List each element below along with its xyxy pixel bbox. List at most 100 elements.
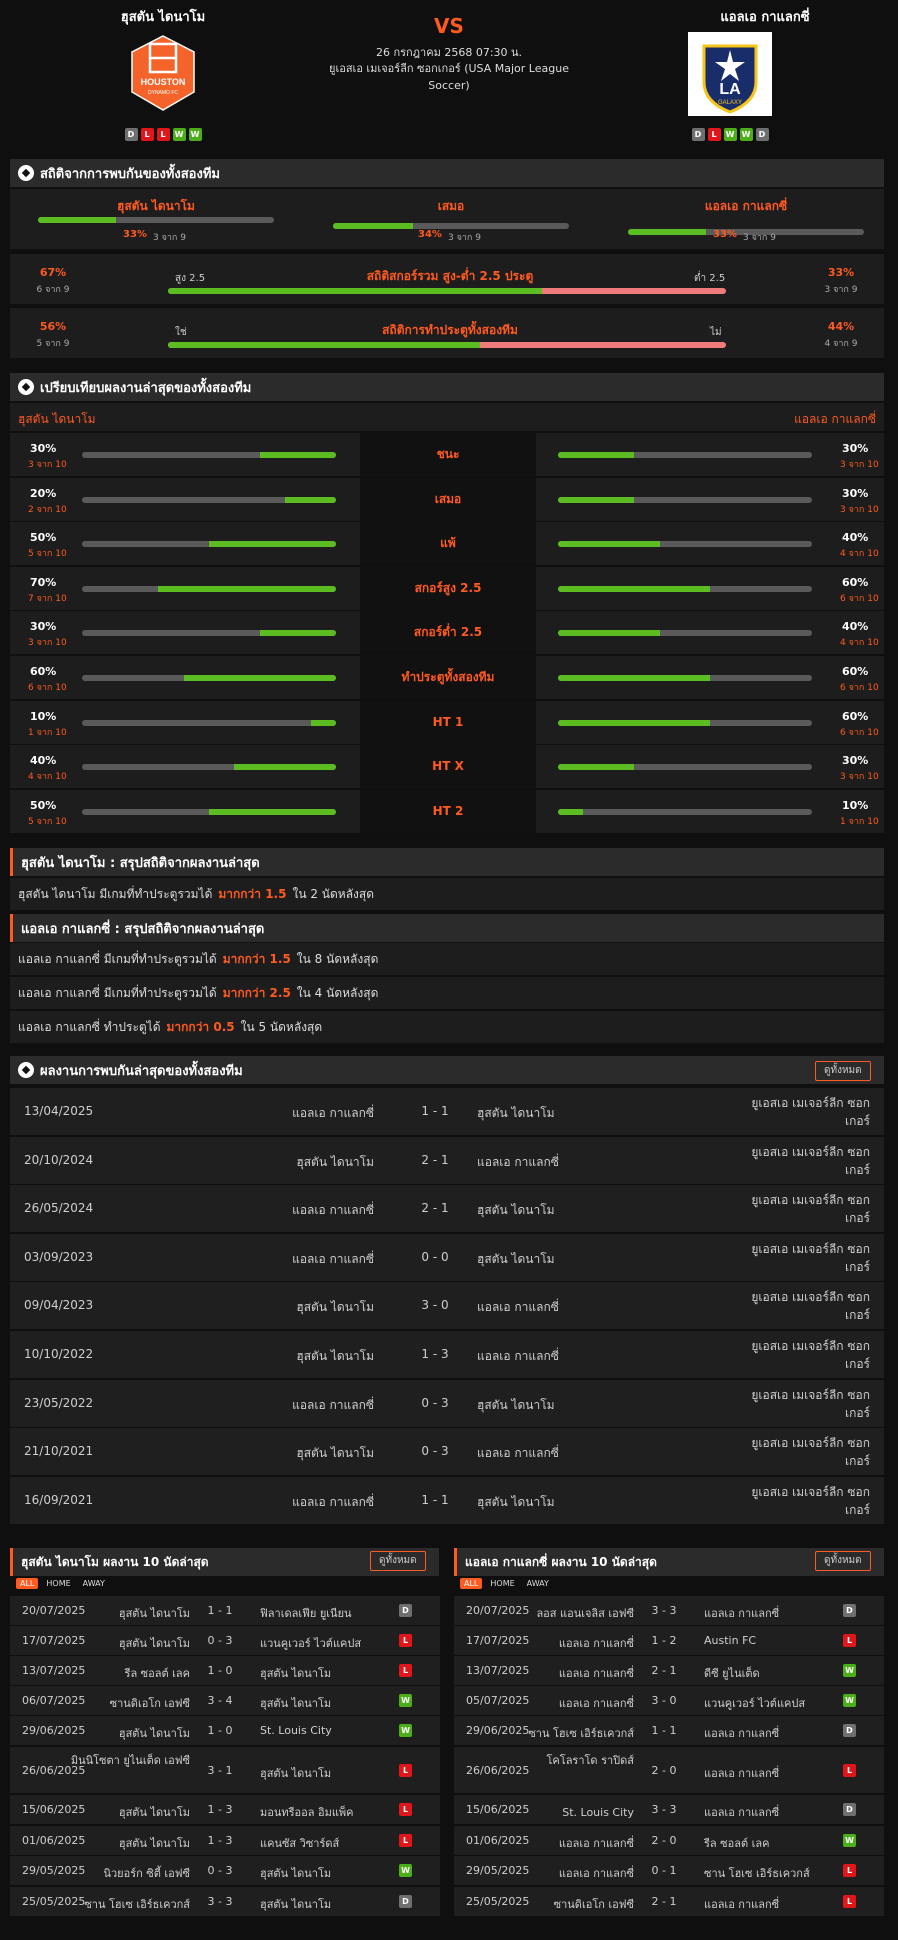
home-bar [82, 541, 336, 548]
h2h-row[interactable]: 09/04/2023 ฮุสตัน ไดนาโม 3 - 0 แอลเอ กาแลกซ… [10, 1282, 884, 1330]
home-of: 6 จาก 10 [28, 683, 67, 693]
h2h-col-name: ฮุสตัน ไดนาโม [117, 199, 195, 213]
result-row[interactable]: 17/07/2025 แอลเอ กาแลกซี่ 1 - 2 Austin FC L [454, 1626, 884, 1655]
h2h-home: ฮุสตัน ไดนาโม [296, 1154, 374, 1169]
tab-home[interactable]: HOME [486, 1578, 518, 1589]
result-row[interactable]: 29/06/2025 ฮุสตัน ไดนาโม 1 - 0 St. Louis Ci… [10, 1716, 440, 1745]
away-pct: 40% [842, 531, 869, 545]
match-league: ยูเอสเอ เมเจอร์ลีก ซอกเกอร์ (USA Major L… [329, 62, 569, 92]
result-row[interactable]: 29/05/2025 แอลเอ กาแลกซี่ 0 - 1 ซาน โฮเซ เอ… [454, 1856, 884, 1885]
tab-home[interactable]: HOME [42, 1578, 74, 1589]
result-row[interactable]: 25/05/2025 ซาน โฮเซ เอิร์ธเควกส์ 3 - 3 ฮุสต… [10, 1887, 440, 1916]
away-pct: 30% [842, 754, 869, 768]
result-row[interactable]: 29/06/2025 ซาน โฮเซ เอิร์ธเควกส์ 1 - 1 แอลเ… [454, 1716, 884, 1745]
h2h-home: ฮุสตัน ไดนาโม [296, 1446, 374, 1461]
summary-line: แอลเอ กาแลกซี่ มีเกมที่ทำประตูรวมได้ มากก… [10, 977, 884, 1009]
result-row[interactable]: 13/07/2025 รีล ซอลต์ เลค 1 - 0 ฮุสตัน ไดนาโ… [10, 1656, 440, 1685]
h2h-home: แอลเอ กาแลกซี่ [292, 1397, 374, 1412]
result-score: 2 - 1 [651, 1895, 677, 1908]
summary-line: แอลเอ กาแลกซี่ มีเกมที่ทำประตูรวมได้ มากก… [10, 943, 884, 975]
h2h-row[interactable]: 26/05/2024 แอลเอ กาแลกซี่ 2 - 1 ฮุสตัน ไดนา… [10, 1185, 884, 1233]
both-score-panel: 56% 5 จาก 9 ใช่ สถิติการทำประตูทั้งสองที… [10, 308, 884, 358]
tab-all[interactable]: ALL [460, 1578, 483, 1589]
compare-label: HT X [360, 745, 536, 789]
form-badge: L [707, 128, 721, 141]
home-pct: 10% [30, 709, 57, 723]
h2h-stats-header: สถิติจากการพบกันของทั้งสองทีม [10, 159, 884, 187]
svg-text:HOUSTON: HOUSTON [141, 77, 186, 87]
away-bar [558, 719, 812, 726]
result-home: ฮุสตัน ไดนาโม [118, 1607, 190, 1620]
h2h-date: 26/05/2024 [24, 1201, 94, 1216]
away-team-name[interactable]: แอลเอ กาแลกซี่ [690, 6, 840, 27]
result-row[interactable]: 29/05/2025 นิวยอร์ก ซิตี้ เอฟซี 0 - 3 ฮุสตั… [10, 1856, 440, 1885]
result-badge: L [843, 1864, 856, 1877]
compare-row: 30% 3 จาก 10 สกอร์ต่ำ 2.5 40% 4 จาก 10 [10, 611, 884, 655]
result-row[interactable]: 15/06/2025 St. Louis City 3 - 3 แอลเอ กาแลก… [454, 1795, 884, 1824]
tab-away[interactable]: AWAY [79, 1578, 109, 1589]
h2h-away: ฮุสตัน ไดนาโม [477, 1494, 555, 1509]
result-row[interactable]: 01/06/2025 ฮุสตัน ไดนาโม 1 - 3 แคนซัส วิซาร… [10, 1826, 440, 1855]
result-row[interactable]: 20/07/2025 ฮุสตัน ไดนาโม 1 - 1 ฟิลาเดลเฟีย … [10, 1596, 440, 1625]
home-of: 1 จาก 10 [28, 727, 67, 738]
result-score: 3 - 4 [207, 1694, 233, 1707]
result-row[interactable]: 25/05/2025 ซานดิเอโก เอฟซี 2 - 1 แอลเอ กาแล… [454, 1887, 884, 1916]
result-row[interactable]: 26/06/2025 มินนิโซตา ยูไนเต็ด เอฟซี 3 - 1ฮ… [10, 1747, 440, 1793]
result-home: รีล ซอลต์ เลค [124, 1667, 190, 1680]
result-row[interactable]: 05/07/2025 แอลเอ กาแลกซี่ 3 - 0 แวนคูเวอร์ … [454, 1686, 884, 1715]
h2h-row[interactable]: 21/10/2021 ฮุสตัน ไดนาโม 0 - 3 แอลเอ กาแลกซ… [10, 1428, 884, 1476]
result-home: แอลเอ กาแลกซี่ [558, 1837, 634, 1850]
h2h-league: เกอร์ [844, 1308, 870, 1323]
away-of: 4 จาก 10 [840, 549, 879, 560]
result-row[interactable]: 06/07/2025 ซานดิเอโก เอฟซี 3 - 4 ฮุสตัน ไดน… [10, 1686, 440, 1715]
result-badge: W [843, 1694, 856, 1707]
away-venue-tabs: ALL HOME AWAY [460, 1578, 553, 1589]
home-team-logo[interactable]: HOUSTON DYNAMO FC [128, 34, 198, 112]
compare-label: HT 1 [360, 700, 536, 744]
h2h-home: แอลเอ กาแลกซี่ [292, 1106, 374, 1120]
h2h-row[interactable]: 16/09/2021 แอลเอ กาแลกซี่ 1 - 1 ฮุสตัน ไดนา… [10, 1476, 884, 1524]
result-row[interactable]: 13/07/2025 แอลเอ กาแลกซี่ 2 - 1 ดีซี ยูไนเต… [454, 1656, 884, 1685]
home-see-all-button[interactable]: ดูทั้งหมด [370, 1551, 426, 1571]
tab-away[interactable]: AWAY [523, 1578, 553, 1589]
h2h-row[interactable]: 10/10/2022 ฮุสตัน ไดนาโม 1 - 3 แอลเอ กาแลกซ… [10, 1331, 884, 1378]
soccer-ball-icon [18, 379, 34, 395]
result-away: ฮุสตัน ไดนาโม [260, 1667, 332, 1680]
h2h-away: แอลเอ กาแลกซี่ [477, 1349, 559, 1363]
home-team-name[interactable]: ฮุสตัน ไดนาโม [88, 6, 238, 27]
summary-line: แอลเอ กาแลกซี่ ทำประตูได้ มากกว่า 0.5 ใน 5… [10, 1011, 884, 1043]
result-row[interactable]: 01/06/2025 แอลเอ กาแลกซี่ 2 - 0 รีล ซอลต์ เ… [454, 1826, 884, 1855]
result-away: แวนคูเวอร์ ไวต์แคปส [260, 1637, 362, 1650]
form-badge: D [691, 128, 705, 141]
over-under-title: สถิติสกอร์รวม สูง-ต่ำ 2.5 ประตู [366, 269, 534, 283]
away-bar [558, 630, 812, 637]
result-row[interactable]: 26/06/2025 โคโลราโด ราปิดส์ 2 - 0 แอลเอ กาแ… [454, 1747, 884, 1793]
result-away: ซาน โฮเซ เอิร์ธเควกส์ [704, 1867, 810, 1880]
h2h-see-all-button[interactable]: ดูทั้งหมด [815, 1061, 871, 1081]
result-badge: D [843, 1803, 856, 1816]
tab-all[interactable]: ALL [16, 1578, 39, 1589]
h2h-row[interactable]: 23/05/2022 แอลเอ กาแลกซี่ 0 - 3 ฮุสตัน ไดนา… [10, 1379, 884, 1427]
home-of: 5 จาก 10 [28, 816, 67, 827]
away-pct: 60% [842, 575, 869, 589]
away-pct: 60% [842, 709, 869, 723]
h2h-league: เกอร์ [844, 1162, 870, 1177]
svg-text:DYNAMO FC: DYNAMO FC [148, 90, 178, 96]
result-badge: L [399, 1834, 412, 1847]
result-row[interactable]: 20/07/2025 ลอส แอนเจลิส เอฟซี 3 - 3 แอลเอ ก… [454, 1596, 884, 1625]
result-badge: L [399, 1763, 412, 1777]
away-see-all-button[interactable]: ดูทั้งหมด [815, 1551, 871, 1571]
away-team-logo[interactable]: LA GALAXY [688, 32, 772, 116]
compare-row: 50% 5 จาก 10 HT 2 10% 1 จาก 10 [10, 789, 884, 833]
h2h-row[interactable]: 03/09/2023 แอลเอ กาแลกซี่ 0 - 0 ฮุสตัน ไดนา… [10, 1233, 884, 1281]
result-row[interactable]: 17/07/2025 ฮุสตัน ไดนาโม 0 - 3 แวนคูเวอร์ ไ… [10, 1626, 440, 1655]
result-home: แอลเอ กาแลกซี่ [558, 1697, 634, 1710]
result-away: ฮุสตัน ไดนาโม [260, 1867, 332, 1880]
away-of: 6 จาก 10 [840, 727, 879, 738]
h2h-row[interactable]: 20/10/2024 ฮุสตัน ไดนาโม 2 - 1 แอลเอ กาแลกซ… [10, 1136, 884, 1184]
h2h-date: 13/04/2025 [24, 1104, 94, 1118]
h2h-league: ยูเอสเอ เมเจอร์ลีก ซอก [751, 1144, 870, 1159]
h2h-row[interactable]: 13/04/2025 แอลเอ กาแลกซี่ 1 - 1 ฮุสตัน ไดนา… [10, 1088, 884, 1135]
result-row[interactable]: 15/06/2025 ฮุสตัน ไดนาโม 1 - 3 มอนทรีออล อิ… [10, 1795, 440, 1824]
h2h-league: ยูเอสเอ เมเจอร์ลีก ซอก [751, 1193, 870, 1208]
